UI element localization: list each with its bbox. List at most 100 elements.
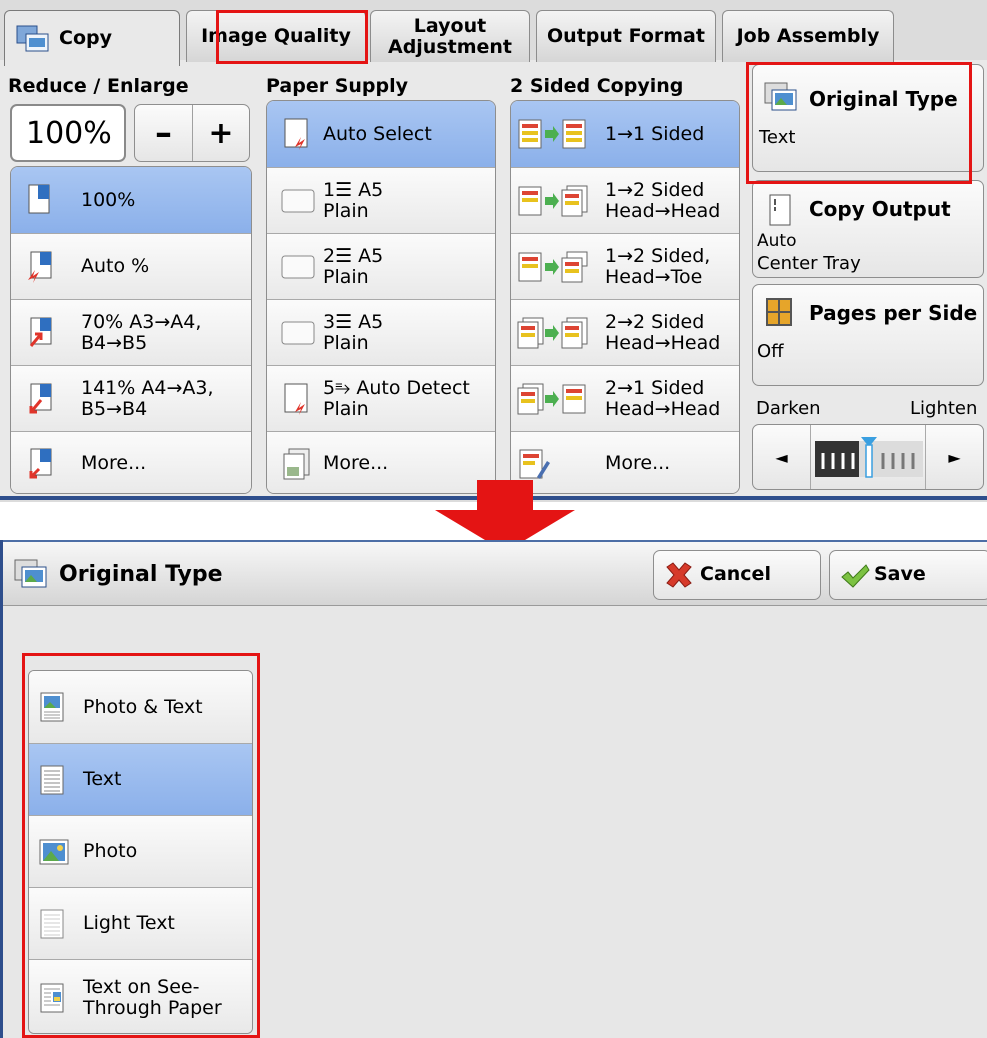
tab-layout-adjustment[interactable]: Layout Adjustment: [370, 10, 530, 62]
option-photo[interactable]: Photo: [29, 815, 252, 887]
option-label: Text: [83, 768, 122, 790]
paper-option-label-2: Plain: [323, 265, 369, 288]
two-sided-label-1: 2→2 Sided: [605, 310, 705, 333]
page-icon: [28, 184, 50, 214]
two-sided-option-1-2-ht[interactable]: 1→2 Sided, Head→Toe: [511, 233, 739, 299]
paper-option-label-2: Plain: [323, 331, 369, 354]
option-see-through[interactable]: Text on See- Through Paper: [29, 959, 252, 1033]
paper-option-label-1: 3☰ A5: [323, 310, 384, 333]
copy-output-value-1: Auto: [757, 231, 797, 251]
paper-option-label-2: Plain: [323, 199, 369, 222]
lighten-button[interactable]: ►: [925, 425, 983, 489]
two-sided-option-2-1[interactable]: 2→1 Sided Head→Head: [511, 365, 739, 431]
left-arrow-icon: ◄: [775, 447, 788, 467]
two-sided-more-icon: [519, 449, 550, 479]
copy-output-icon: [769, 194, 791, 226]
density-slider[interactable]: [815, 435, 923, 479]
original-type-label: Original Type: [809, 87, 958, 111]
zoom-option-70[interactable]: 70% A3→A4, B4→B5: [11, 299, 251, 365]
page-title: Original Type: [59, 562, 223, 587]
auto-zoom-icon: [28, 251, 52, 283]
zoom-option-label: More...: [81, 452, 147, 474]
tab-layout-label-2: Adjustment: [387, 35, 513, 58]
option-photo-text[interactable]: Photo & Text: [29, 671, 252, 743]
pages-per-side-value: Off: [757, 341, 784, 362]
option-text[interactable]: Text: [29, 743, 252, 815]
zoom-option-more[interactable]: More...: [11, 431, 251, 493]
save-label: Save: [874, 563, 926, 585]
option-label: Photo: [83, 840, 138, 862]
see-through-paper-icon: [40, 983, 64, 1012]
right-arrow-icon: ►: [948, 447, 961, 467]
zoom-option-label-2: B5→B4: [81, 397, 148, 420]
paper-option-label-2: Plain: [323, 397, 369, 420]
save-button[interactable]: Save: [829, 550, 987, 600]
cancel-button[interactable]: Cancel: [653, 550, 821, 600]
two-to-one-sided-icon: [517, 383, 586, 414]
paper-option-label-1: 1☰ A5: [323, 178, 384, 201]
original-type-button[interactable]: Original Type Text: [752, 64, 984, 172]
two-sided-label-1: 1→2 Sided,: [605, 244, 711, 267]
reduce-enlarge-label: Reduce / Enlarge: [8, 75, 189, 97]
pages-per-side-button[interactable]: Pages per Side Off: [752, 284, 984, 386]
plus-label: +: [208, 115, 234, 151]
one-to-two-sided-toe-icon: [518, 251, 588, 282]
tab-job-assembly[interactable]: Job Assembly: [722, 10, 894, 62]
title-bar: Original Type Cancel Save: [3, 540, 987, 606]
copy-output-label: Copy Output: [809, 197, 951, 221]
tab-copy[interactable]: Copy: [4, 10, 180, 66]
two-sided-label-2: Head→Head: [605, 199, 721, 222]
photo-icon: [39, 839, 69, 864]
paper-option-tray-1[interactable]: 1☰ A5 Plain: [267, 167, 495, 233]
option-label: Light Text: [83, 912, 175, 934]
zoom-value-display[interactable]: 100%: [10, 104, 126, 162]
paper-option-auto[interactable]: Auto Select: [267, 101, 495, 167]
cancel-label: Cancel: [700, 563, 771, 585]
two-sided-label-2: Head→Head: [605, 397, 721, 420]
paper-option-label-1: 5⥱ Auto Detect: [323, 376, 470, 399]
original-type-icon: [14, 559, 47, 588]
zoom-option-label-2: B4→B5: [81, 331, 148, 354]
two-sided-label-1: 1→2 Sided: [605, 178, 705, 201]
tab-image-quality[interactable]: Image Quality: [186, 10, 366, 62]
zoom-option-auto[interactable]: Auto %: [11, 233, 251, 299]
original-type-icon: [764, 82, 797, 111]
two-sided-option-2-2[interactable]: 2→2 Sided Head→Head: [511, 299, 739, 365]
copy-screen: Copy Image Quality Layout Adjustment Out…: [0, 0, 987, 502]
copy-output-value-2: Center Tray: [757, 253, 861, 274]
two-to-two-sided-icon: [517, 317, 588, 348]
zoom-minus-button[interactable]: –: [135, 105, 193, 161]
lighten-label: Lighten: [910, 398, 978, 419]
zoom-option-label: Auto %: [81, 255, 150, 277]
zoom-stepper: – +: [134, 104, 250, 162]
two-sided-label: More...: [605, 452, 671, 474]
two-sided-label-1: 2→1 Sided: [605, 376, 705, 399]
option-light-text[interactable]: Light Text: [29, 887, 252, 959]
darken-button[interactable]: ◄: [753, 425, 811, 489]
original-type-options: Photo & Text Text Photo Light Text Text …: [28, 670, 253, 1034]
paper-option-tray-2[interactable]: 2☰ A5 Plain: [267, 233, 495, 299]
paper-option-label-1: 2☰ A5: [323, 244, 384, 267]
light-text-icon: [40, 909, 64, 938]
paper-option-tray-3[interactable]: 3☰ A5 Plain: [267, 299, 495, 365]
two-sided-option-1-2-hh[interactable]: 1→2 Sided Head→Head: [511, 167, 739, 233]
zoom-option-141[interactable]: 141% A4→A3, B5→B4: [11, 365, 251, 431]
zoom-plus-button[interactable]: +: [193, 105, 249, 161]
paper-option-tray-5[interactable]: 5⥱ Auto Detect Plain: [267, 365, 495, 431]
tab-job-assembly-label: Job Assembly: [736, 25, 880, 47]
tab-output-format-label: Output Format: [547, 25, 705, 47]
copy-output-button[interactable]: Copy Output Auto Center Tray: [752, 180, 984, 278]
zoom-option-100[interactable]: 100%: [11, 167, 251, 233]
pages-per-side-label: Pages per Side: [809, 301, 978, 325]
tab-output-format[interactable]: Output Format: [536, 10, 716, 62]
photo-text-icon: [40, 692, 64, 722]
paper-stack-icon: [283, 448, 310, 479]
paper-option-label: More...: [323, 452, 389, 474]
text-icon: [40, 765, 64, 794]
paper-option-label: Auto Select: [323, 122, 432, 145]
two-sided-list: 1→1 Sided 1→2 Sided Head→Head 1→2 Sided, H…: [510, 100, 740, 494]
tray-icon: [281, 189, 315, 212]
two-sided-option-1-1[interactable]: 1→1 Sided: [511, 101, 739, 167]
paper-supply-label: Paper Supply: [266, 75, 409, 97]
two-sided-label-2: Head→Toe: [605, 265, 703, 288]
